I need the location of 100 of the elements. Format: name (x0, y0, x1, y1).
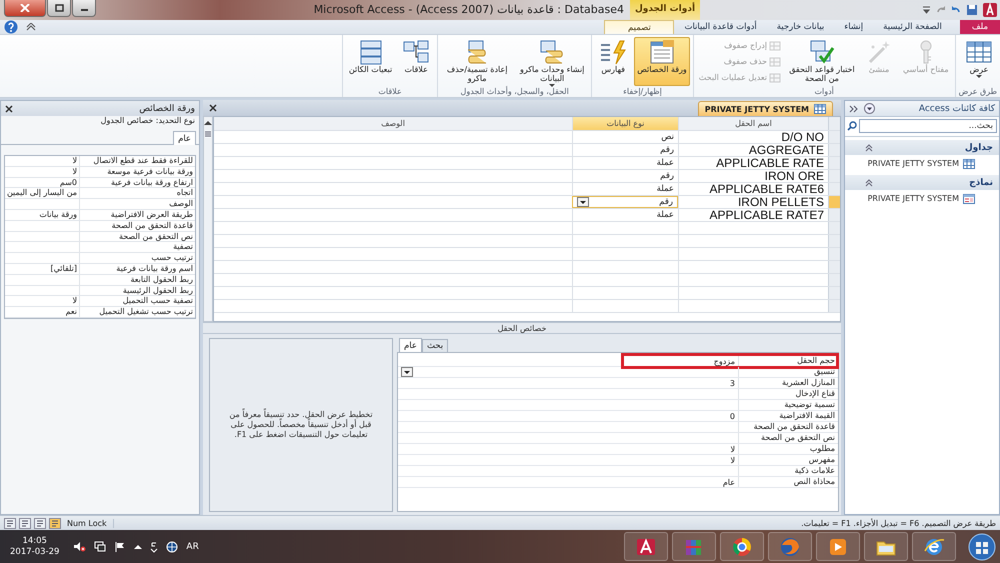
ribbon-button[interactable]: اختبار قواعد التحقق من الصحة (786, 37, 858, 86)
scroll-up-icon[interactable] (204, 120, 212, 126)
flag-icon[interactable] (114, 541, 126, 552)
group-label: علاقات (377, 87, 403, 97)
nav-section-header[interactable]: جداول (845, 140, 999, 155)
nav-item[interactable]: PRIVATE JETTY SYSTEM (845, 190, 999, 207)
table-cell: APPLICABLE RATE7 (678, 209, 828, 221)
chevron-icon (865, 178, 873, 186)
ribbon-tab[interactable]: بيانات خارجية (766, 20, 834, 34)
keyboard-layout-icon[interactable] (150, 540, 158, 552)
tab[interactable]: عام (399, 338, 422, 352)
dropdown-icon[interactable] (864, 103, 875, 114)
help-icon[interactable] (4, 20, 18, 34)
ribbon-button[interactable]: إنشاء وحدات ماكرو البيانات (516, 37, 588, 86)
tab[interactable]: عام (173, 131, 196, 145)
property-label: ترتيب حسب (79, 253, 195, 263)
minimize-button[interactable] (72, 0, 96, 17)
property-value: 0سم (60, 178, 77, 187)
section-title: خصائص الحقل (203, 322, 841, 334)
vertical-scrollbar[interactable] (203, 116, 213, 322)
close-icon[interactable] (209, 104, 217, 112)
speaker-muted-icon[interactable] (73, 541, 86, 552)
tab[interactable]: بحث (422, 339, 448, 352)
globe-icon[interactable] (166, 540, 178, 552)
column-header: نوع البيانات (572, 117, 678, 130)
ribbon-button[interactable]: فهارس (595, 37, 632, 86)
property-label: الوصف (79, 199, 195, 209)
scroll-grip-icon[interactable] (204, 131, 212, 137)
ribbon-button[interactable]: تبعيات الكائن (346, 37, 396, 86)
lightning-icon[interactable] (599, 39, 628, 65)
property-value: مزدوج (714, 356, 735, 366)
chart-view-icon[interactable] (34, 518, 46, 528)
selection-type-label: نوع التحديد: خصائص الجدول (100, 116, 196, 127)
clock-time[interactable]: 14:05 (22, 536, 47, 546)
ribbon-button[interactable]: إعادة تسمية/حذف ماكرو (441, 37, 514, 86)
taskbar-button[interactable] (864, 532, 908, 561)
undo-icon[interactable] (951, 5, 961, 15)
start-orb-icon[interactable] (968, 532, 996, 560)
table-cell: IRON PELLETS (678, 196, 828, 208)
group-label: الحقل، والسجل، وأحداث الجدول (460, 87, 570, 97)
nav-section-header[interactable]: نماذج (845, 175, 999, 190)
property-label: القيمة الافتراضية (738, 411, 838, 421)
monitor-icon[interactable] (94, 541, 106, 552)
window-title: Microsoft Access - (Access 2007) قاعدة بيانات : Database4 (314, 2, 625, 16)
language-indicator[interactable]: AR (186, 542, 199, 552)
property-value: ورقة بيانات (39, 210, 77, 219)
diagram-icon[interactable] (402, 39, 430, 65)
ribbon-tab[interactable]: أدوات قاعدة البيانات (674, 20, 767, 34)
taskbar-button[interactable] (816, 532, 860, 561)
property-label: تنسيق (738, 367, 838, 377)
table-view-icon[interactable] (19, 518, 31, 528)
taskbar-button[interactable] (624, 532, 668, 561)
property-label: مطلوب (738, 444, 838, 454)
table-icon[interactable] (965, 39, 993, 65)
app-logo-icon[interactable] (983, 3, 997, 17)
property-value: 3 (730, 378, 735, 388)
customize-dropdown-icon[interactable] (922, 5, 931, 15)
ribbon-tab[interactable]: تصميم (604, 20, 674, 34)
property-label: للقراءة فقط عند قطع الاتصال (79, 156, 195, 166)
close-button[interactable] (4, 0, 46, 17)
property-value: عام (722, 478, 735, 486)
status-message: طريقة عرض التصميم. F6 = تبديل الأجزاء. F1 = تعليمات. (801, 518, 996, 528)
taskbar-button[interactable] (912, 532, 956, 561)
search-field[interactable]: بحث... (859, 119, 997, 133)
property-label: علامات ذكية (738, 466, 838, 476)
up-arrow-icon[interactable] (134, 544, 142, 550)
table-cell: AGGREGATE (678, 144, 828, 156)
ribbon-tab[interactable]: ملف (960, 20, 1000, 34)
nav-item[interactable]: PRIVATE JETTY SYSTEM (845, 155, 999, 172)
design-view-icon[interactable] (49, 518, 61, 528)
search-icon[interactable] (847, 121, 857, 131)
property-value: لا (730, 444, 735, 454)
save-icon[interactable] (966, 4, 978, 16)
document-tab[interactable]: PRIVATE JETTY SYSTEM (698, 101, 833, 116)
ribbon-tab[interactable]: الصفحة الرئيسية (873, 20, 952, 34)
close-icon[interactable] (5, 104, 13, 112)
double-chevron-icon[interactable] (849, 104, 858, 112)
table-cell: D/O NO (678, 131, 828, 143)
restore-button[interactable] (47, 0, 71, 17)
redo-icon[interactable] (936, 5, 946, 15)
collapse-ribbon-icon[interactable] (26, 23, 36, 31)
ribbon-button[interactable]: عرض (961, 37, 997, 86)
table-cell: عملة (656, 158, 674, 168)
form-view-icon[interactable] (4, 518, 16, 528)
contextual-tab-label: أدوات الجدول (630, 0, 700, 20)
taskbar-button[interactable] (720, 532, 764, 561)
property-label: مفهرس (738, 455, 838, 465)
property-label: ارتفاع ورقة بيانات فرعية (79, 178, 195, 188)
property-sheet-icon[interactable] (648, 39, 676, 65)
table-cell: رقم (660, 171, 674, 181)
ribbon-tab[interactable]: إنشاء (834, 20, 874, 34)
ribbon-button[interactable]: ورقة الخصائص (634, 37, 690, 86)
table-rows-icon (768, 72, 781, 83)
ribbon-button[interactable]: علاقات (398, 37, 434, 86)
close-icon (20, 4, 30, 12)
table-icon (963, 158, 975, 168)
table-rows-icon (768, 40, 781, 51)
table-checkmark-icon[interactable] (808, 39, 836, 65)
restore-icon (54, 4, 64, 12)
clock-date[interactable]: 2017-03-29 (10, 546, 60, 558)
